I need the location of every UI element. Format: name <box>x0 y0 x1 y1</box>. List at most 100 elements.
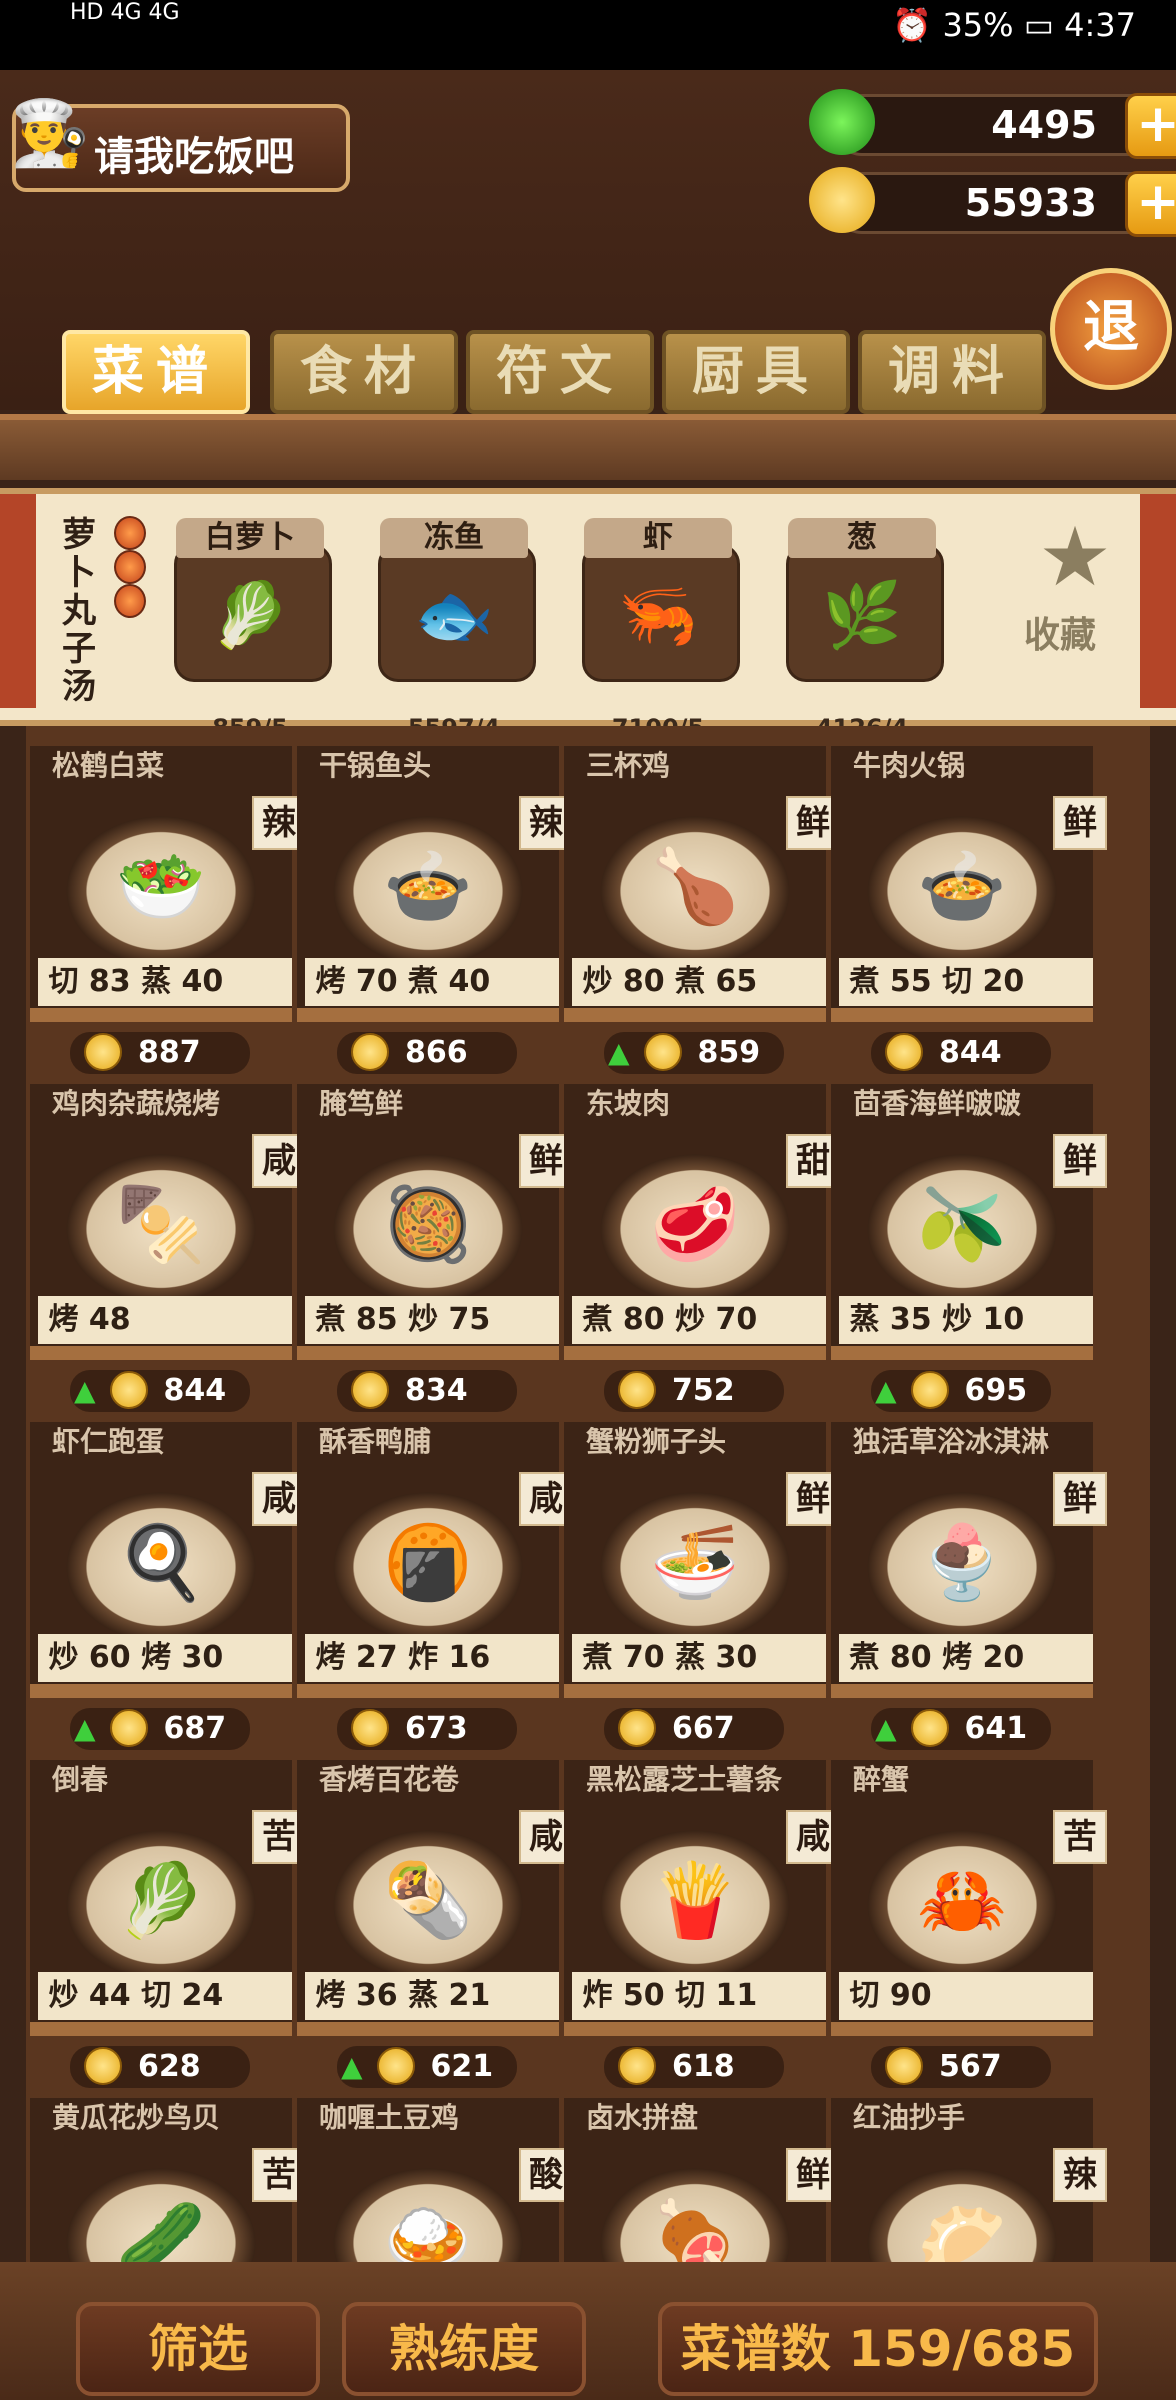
recipe-card[interactable]: 红油抄手 🥟 辣 <box>831 2098 1107 2262</box>
gem-bar: 4495 + <box>809 89 1176 159</box>
recipe-name: 香烤百花卷 <box>319 1763 460 1796</box>
shelf-plank <box>30 2022 292 2036</box>
page-title: 请我吃饭吧 <box>94 134 294 180</box>
dish-image: 🥬 <box>66 1830 256 1980</box>
alarm-icon: ⏰ <box>892 6 933 44</box>
price-tag: ▲ 859 <box>604 1032 784 1074</box>
coin-icon <box>910 1370 949 1409</box>
recipe-card[interactable]: 咖喱土豆鸡 🍛 酸 <box>297 2098 573 2262</box>
dish-image: 🥘 <box>333 1154 523 1304</box>
recipe-card[interactable]: 牛肉火锅 🍲 鲜 煮 55 切 20 844 <box>831 746 1107 1084</box>
dish-image: 🍘 <box>333 1492 523 1642</box>
star-icon[interactable]: ★ <box>1030 517 1120 599</box>
price-tag: ▲ 695 <box>871 1370 1051 1412</box>
chef-avatar-icon: 👨‍🍳 <box>10 97 90 171</box>
skill-text: 煮 85 炒 75 <box>315 1302 491 1337</box>
coin-icon <box>84 1032 122 1071</box>
recipe-card[interactable]: 黄瓜花炒鸟贝 🥒 苦 <box>30 2098 306 2262</box>
shelf-plank <box>564 1008 826 1022</box>
shelf-plank <box>30 1008 292 1022</box>
recipe-card[interactable]: 独活草浴冰淇淋 🍨 鲜 煮 80 烤 20 ▲ 641 <box>831 1422 1107 1760</box>
price-up-arrow-icon: ▲ <box>74 1712 96 1745</box>
scallion-icon: 🌿 <box>822 579 902 653</box>
price-up-arrow-icon: ▲ <box>608 1036 630 1069</box>
taste-badge: 鲜 <box>1053 1472 1107 1526</box>
coin-icon <box>351 1370 389 1409</box>
tab-recipes[interactable]: 菜谱 <box>62 330 250 414</box>
coin-icon <box>643 1032 682 1071</box>
proficiency-button[interactable]: 熟练度 <box>342 2302 586 2396</box>
coin-icon <box>109 1708 148 1747</box>
coin-icon <box>618 2046 656 2085</box>
collect-button-label[interactable]: 收藏 <box>1024 606 1096 658</box>
coin-icon <box>351 1708 389 1747</box>
ingredient-name: 白萝卜 <box>176 518 324 558</box>
dish-image: 🍳 <box>66 1492 256 1642</box>
skill-text: 烤 48 <box>48 1302 131 1337</box>
skill-requirements: 烤 36 蒸 21 <box>305 1972 559 2020</box>
recipe-card[interactable]: 鸡肉杂蔬烧烤 🍢 咸 烤 48 ▲ 844 <box>30 1084 306 1422</box>
ingredient-name: 冻鱼 <box>380 518 528 558</box>
coin-icon <box>618 1370 656 1409</box>
ingredient-slot[interactable]: 白萝卜 🥬 859/5 <box>166 518 332 742</box>
skill-text: 煮 55 切 20 <box>849 964 1025 999</box>
coin-icon <box>351 1032 389 1071</box>
price-value: 673 <box>405 1711 468 1746</box>
recipe-card[interactable]: 黑松露芝士薯条 🍟 咸 炸 50 切 11 618 <box>564 1760 840 2098</box>
ingredient-slot[interactable]: 冻鱼 🐟 5597/4 <box>370 518 536 742</box>
recipe-card[interactable]: 腌笃鲜 🥘 鲜 煮 85 炒 75 834 <box>297 1084 573 1422</box>
difficulty-flame-icon <box>114 584 146 618</box>
price-tag: 667 <box>604 1708 784 1750</box>
price-value: 752 <box>672 1373 735 1408</box>
ingredient-slot[interactable]: 葱 🌿 4126/4 <box>778 518 944 742</box>
shelf-plank <box>30 1684 292 1698</box>
skill-requirements: 切 90 <box>839 1972 1093 2020</box>
coin-icon <box>885 1032 923 1071</box>
ingredient-name: 葱 <box>788 518 936 558</box>
skill-requirements: 蒸 35 炒 10 <box>839 1296 1093 1344</box>
recipe-card[interactable]: 酥香鸭脯 🍘 咸 烤 27 炸 16 673 <box>297 1422 573 1760</box>
exit-button[interactable]: 退 <box>1050 268 1172 390</box>
add-coin-button[interactable]: + <box>1125 171 1176 237</box>
ingredient-slot[interactable]: 虾 🦐 7100/5 <box>574 518 740 742</box>
price-tag: 628 <box>70 2046 250 2088</box>
recipe-card[interactable]: 茴香海鲜啵啵 🫒 鲜 蒸 35 炒 10 ▲ 695 <box>831 1084 1107 1422</box>
dish-image: 🥗 <box>66 816 256 966</box>
recipe-card[interactable]: 倒春 🥬 苦 炒 44 切 24 628 <box>30 1760 306 2098</box>
price-tag: ▲ 621 <box>337 2046 517 2088</box>
dish-image: 🥩 <box>600 1154 790 1304</box>
tab-seasonings[interactable]: 调料 <box>858 330 1046 414</box>
recipe-name: 蟹粉狮子头 <box>586 1425 727 1458</box>
gem-value: 4495 <box>991 103 1097 147</box>
tab-utensils[interactable]: 厨具 <box>662 330 850 414</box>
recipe-name: 醉蟹 <box>853 1763 910 1796</box>
recipe-name: 干锅鱼头 <box>319 749 432 782</box>
invite-meal-button[interactable]: 👨‍🍳 请我吃饭吧 <box>10 97 350 192</box>
add-gem-button[interactable]: + <box>1125 93 1176 159</box>
battery-icon: ▭ <box>1023 6 1054 44</box>
taste-badge: 辣 <box>1053 2148 1107 2202</box>
coin-icon <box>618 1708 656 1747</box>
recipe-card[interactable]: 干锅鱼头 🍲 辣 烤 70 煮 40 866 <box>297 746 573 1084</box>
recipe-name: 黑松露芝士薯条 <box>586 1763 783 1796</box>
recipe-card[interactable]: 醉蟹 🦀 苦 切 90 567 <box>831 1760 1107 2098</box>
filter-button[interactable]: 筛选 <box>76 2302 320 2396</box>
recipe-name: 鸡肉杂蔬烧烤 <box>52 1087 221 1120</box>
price-value: 834 <box>405 1373 468 1408</box>
shelf-plank <box>831 1008 1093 1022</box>
recipe-card[interactable]: 蟹粉狮子头 🍜 鲜 煮 70 蒸 30 667 <box>564 1422 840 1760</box>
recipe-card[interactable]: 三杯鸡 🍗 鲜 炒 80 煮 65 ▲ 859 <box>564 746 840 1084</box>
clock: 4:37 <box>1064 6 1136 44</box>
recipe-card[interactable]: 卤水拼盘 🍖 鲜 <box>564 2098 840 2262</box>
recipe-card[interactable]: 香烤百花卷 🌯 咸 烤 36 蒸 21 ▲ 621 <box>297 1760 573 2098</box>
recipe-name: 酥香鸭脯 <box>319 1425 432 1458</box>
tab-runes[interactable]: 符文 <box>466 330 654 414</box>
recipe-card[interactable]: 虾仁跑蛋 🍳 咸 炒 60 烤 30 ▲ 687 <box>30 1422 306 1760</box>
skill-text: 切 83 蒸 40 <box>48 964 224 999</box>
ingredient-name: 虾 <box>584 518 732 558</box>
tab-ingredients[interactable]: 食材 <box>270 330 458 414</box>
recipe-card[interactable]: 松鹤白菜 🥗 辣 切 83 蒸 40 887 <box>30 746 306 1084</box>
price-tag: ▲ 687 <box>70 1708 250 1750</box>
recipe-card[interactable]: 东坡肉 🥩 甜 煮 80 炒 70 752 <box>564 1084 840 1422</box>
skill-text: 烤 36 蒸 21 <box>315 1978 491 2013</box>
